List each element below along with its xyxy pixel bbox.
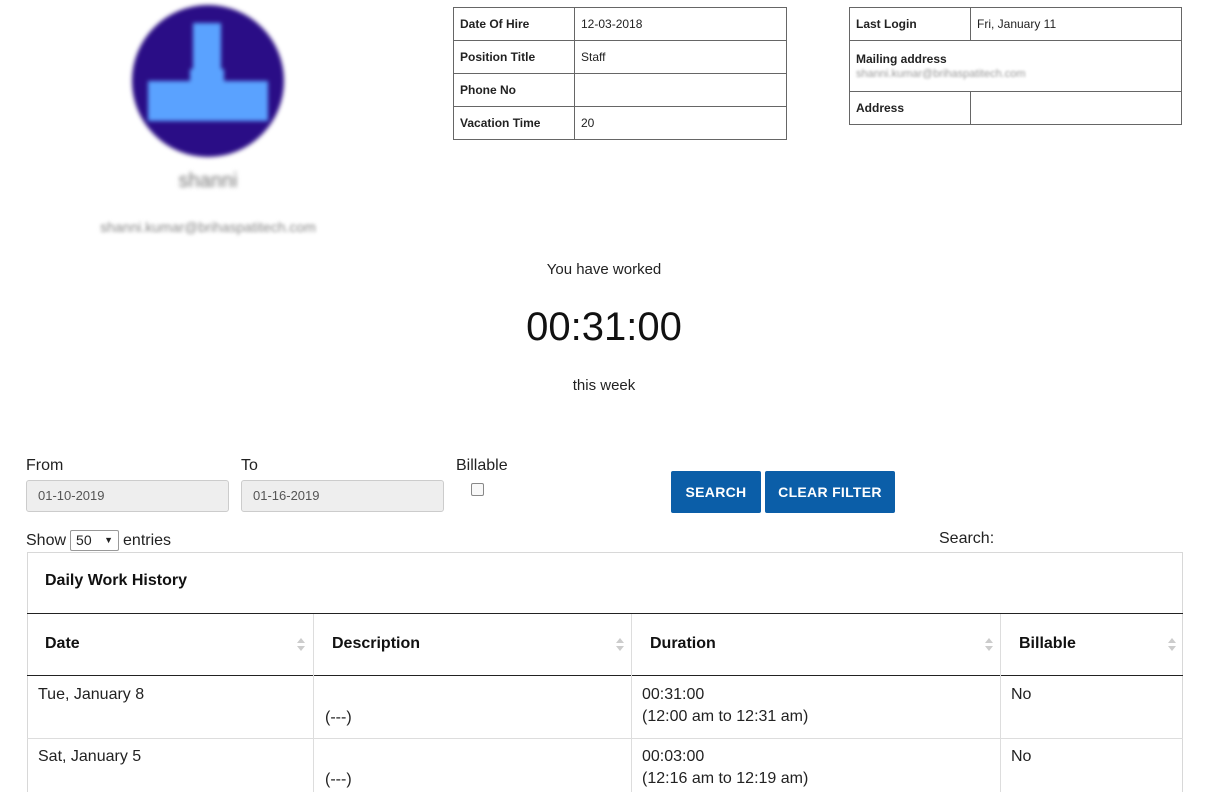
row-divider xyxy=(27,738,1183,739)
info-row-last-login: Last Login Fri, January 11 xyxy=(849,7,1182,41)
search-label: Search: xyxy=(939,530,995,547)
table-header-top-border xyxy=(27,613,1183,614)
row-billable: No xyxy=(1011,748,1032,765)
row-date: Sat, January 5 xyxy=(38,748,142,765)
column-header-duration[interactable]: Duration xyxy=(650,635,716,653)
info-row-hire-date: Date Of Hire 12-03-2018 xyxy=(453,7,787,41)
avatar xyxy=(132,5,284,157)
info-label: Mailing address xyxy=(856,52,947,66)
worked-time: 00:31:00 xyxy=(526,305,682,349)
worked-period-label: this week xyxy=(572,377,636,394)
from-date-input[interactable]: 01-10-2019 xyxy=(26,480,229,512)
user-name: shanni xyxy=(178,170,238,192)
row-billable: No xyxy=(1011,686,1032,703)
info-value: 20 xyxy=(574,106,787,140)
entries-select-value: 50 xyxy=(76,532,92,548)
sort-icon[interactable] xyxy=(616,638,624,652)
page-length-control: Show 50 ▼ entries xyxy=(26,530,171,551)
row-duration: 00:03:00 xyxy=(642,748,705,765)
billable-checkbox[interactable] xyxy=(471,483,484,496)
to-label: To xyxy=(241,457,258,474)
column-divider xyxy=(1000,614,1001,792)
contact-info-table: Last Login Fri, January 11 Mailing addre… xyxy=(849,7,1182,125)
column-header-date[interactable]: Date xyxy=(45,635,80,653)
sort-icon[interactable] xyxy=(1168,638,1176,652)
chevron-down-icon: ▼ xyxy=(104,535,114,545)
info-label: Position Title xyxy=(453,40,575,74)
column-header-description[interactable]: Description xyxy=(332,635,420,653)
mailing-address-value: shanni.kumar@brihaspatitech.com xyxy=(856,68,1026,80)
worked-label: You have worked xyxy=(546,261,662,278)
row-date: Tue, January 8 xyxy=(38,686,145,703)
entries-select[interactable]: 50 ▼ xyxy=(70,530,120,551)
column-divider xyxy=(631,614,632,792)
info-row-position: Position Title Staff xyxy=(453,40,787,74)
from-label: From xyxy=(26,457,64,474)
search-button[interactable]: SEARCH xyxy=(671,471,761,513)
table-header-bottom-border xyxy=(27,675,1183,676)
billable-label: Billable xyxy=(456,457,508,474)
info-label: Vacation Time xyxy=(453,106,575,140)
info-value: 12-03-2018 xyxy=(574,7,787,41)
info-row-phone: Phone No xyxy=(453,73,787,107)
info-row-address: Address xyxy=(849,91,1182,125)
work-history-panel xyxy=(27,552,1183,792)
info-label: Last Login xyxy=(849,7,971,41)
info-value xyxy=(574,73,787,107)
work-history-title: Daily Work History xyxy=(45,572,187,589)
employment-info-table: Date Of Hire 12-03-2018 Position Title S… xyxy=(453,7,787,140)
entries-label: entries xyxy=(123,531,172,549)
show-label: Show xyxy=(26,531,67,549)
row-time-range: (12:00 am to 12:31 am) xyxy=(642,708,809,725)
info-value: Fri, January 11 xyxy=(970,7,1182,41)
info-row-vacation: Vacation Time 20 xyxy=(453,106,787,140)
clear-filter-button[interactable]: CLEAR FILTER xyxy=(765,471,895,513)
column-header-billable[interactable]: Billable xyxy=(1019,635,1076,653)
to-date-input[interactable]: 01-16-2019 xyxy=(241,480,444,512)
row-time-range: (12:16 am to 12:19 am) xyxy=(642,770,809,787)
info-row-mailing: Mailing address shanni.kumar@brihaspatit… xyxy=(849,40,1182,92)
info-label: Address xyxy=(849,91,971,125)
info-value: Staff xyxy=(574,40,787,74)
info-label: Phone No xyxy=(453,73,575,107)
user-email: shanni.kumar@brihaspatitech.com xyxy=(100,219,316,235)
sort-icon[interactable] xyxy=(297,638,305,652)
column-divider xyxy=(313,614,314,792)
row-description: (---) xyxy=(325,709,352,726)
info-value xyxy=(970,91,1182,125)
row-duration: 00:31:00 xyxy=(642,686,705,703)
info-label: Date Of Hire xyxy=(453,7,575,41)
row-description: (---) xyxy=(325,771,352,788)
sort-icon[interactable] xyxy=(985,638,993,652)
